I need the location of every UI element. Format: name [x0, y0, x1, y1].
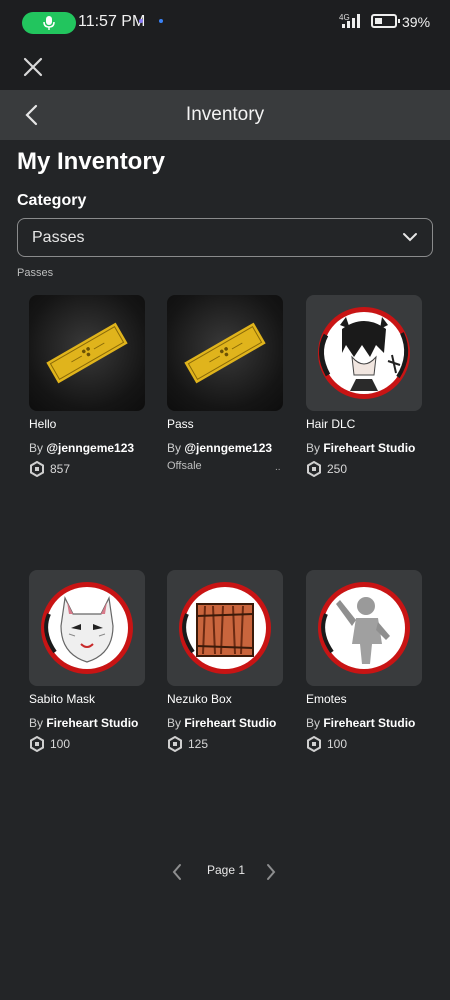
item-price: 857: [50, 462, 71, 476]
battery-level: [375, 18, 382, 24]
item-creator: By Fireheart Studio: [306, 716, 424, 730]
item-card-emotes[interactable]: Emotes By Fireheart Studio 100: [306, 570, 424, 752]
price-row: 125: [167, 736, 285, 752]
next-page-button[interactable]: [264, 862, 278, 882]
creator-link[interactable]: Fireheart Studio: [184, 716, 276, 730]
item-thumbnail[interactable]: [167, 295, 283, 411]
more-indicator: ..: [275, 462, 281, 473]
category-label: Category: [17, 192, 87, 209]
creator-prefix: By: [306, 716, 324, 730]
item-thumbnail[interactable]: [29, 295, 145, 411]
close-icon: [23, 57, 43, 77]
item-thumbnail[interactable]: [29, 570, 145, 686]
fox-mask-icon: [41, 582, 133, 674]
item-creator: By Fireheart Studio: [29, 716, 147, 730]
creator-prefix: By: [29, 716, 47, 730]
item-thumbnail[interactable]: [306, 570, 422, 686]
battery-percent: 39%: [402, 14, 431, 30]
item-card-sabito-mask[interactable]: Sabito Mask By Fireheart Studio 100: [29, 570, 147, 752]
offsale-label: Offsale: [167, 460, 202, 472]
navigation-header: Inventory: [0, 90, 450, 140]
item-creator: By @jenngeme123: [29, 441, 147, 455]
mic-icon: [43, 16, 55, 30]
previous-page-button[interactable]: [170, 862, 184, 882]
close-button[interactable]: [18, 52, 48, 82]
robux-icon: [30, 461, 44, 477]
section-label: Passes: [17, 267, 54, 279]
price-row: 100: [29, 736, 147, 752]
creator-prefix: By: [167, 716, 185, 730]
hair-character-icon: [318, 307, 410, 399]
battery-icon: [371, 14, 400, 28]
item-card-pass[interactable]: Pass By @jenngeme123 Offsale ..: [167, 295, 285, 473]
creator-prefix: By: [167, 441, 185, 455]
item-name[interactable]: Nezuko Box: [167, 692, 285, 706]
item-name[interactable]: Pass: [167, 417, 285, 431]
header-title: Inventory: [185, 104, 265, 125]
item-creator: By Fireheart Studio: [306, 441, 424, 455]
page-title: My Inventory: [17, 148, 166, 175]
offsale-status: Offsale ..: [167, 460, 285, 473]
item-name[interactable]: Emotes: [306, 692, 424, 706]
pagination: Page 1: [0, 860, 450, 884]
price-row: 100: [306, 736, 424, 752]
robux-icon: [307, 461, 321, 477]
item-card-hello[interactable]: Hello By @jenngeme123 857: [29, 295, 147, 477]
item-name[interactable]: Hair DLC: [306, 417, 424, 431]
creator-link[interactable]: Fireheart Studio: [46, 716, 138, 730]
item-thumbnail[interactable]: [167, 570, 283, 686]
notification-dot-icon: [159, 19, 163, 23]
pass-ticket-icon: [46, 322, 128, 384]
item-thumbnail[interactable]: [306, 295, 422, 411]
robux-icon: [30, 736, 44, 752]
top-bar: [0, 44, 450, 90]
wooden-box-icon: [179, 582, 271, 674]
category-dropdown[interactable]: Passes: [17, 218, 433, 257]
creator-link[interactable]: Fireheart Studio: [323, 716, 415, 730]
notification-dot-icon: [139, 19, 143, 23]
item-creator: By @jenngeme123: [167, 441, 285, 455]
chevron-down-icon: [403, 233, 417, 242]
page-indicator: Page 1: [207, 863, 246, 877]
creator-link[interactable]: @jenngeme123: [46, 441, 134, 455]
item-card-hair-dlc[interactable]: Hair DLC By Fireheart Studio 250: [306, 295, 424, 477]
item-creator: By Fireheart Studio: [167, 716, 285, 730]
category-selected-value: Passes: [32, 229, 85, 246]
item-price: 100: [327, 737, 348, 751]
creator-prefix: By: [29, 441, 47, 455]
item-name[interactable]: Hello: [29, 417, 147, 431]
creator-prefix: By: [306, 441, 324, 455]
price-row: 857: [29, 461, 147, 477]
item-price: 125: [188, 737, 209, 751]
clock: 11:57 PM: [78, 13, 146, 30]
price-row: 250: [306, 461, 424, 477]
item-card-nezuko-box[interactable]: Nezuko Box By Fireheart Studio 125: [167, 570, 285, 752]
pass-ticket-icon: [184, 322, 266, 384]
item-price: 250: [327, 462, 348, 476]
creator-link[interactable]: @jenngeme123: [184, 441, 272, 455]
emote-figure-icon: [318, 582, 410, 674]
robux-icon: [168, 736, 182, 752]
item-name[interactable]: Sabito Mask: [29, 692, 147, 706]
item-price: 100: [50, 737, 71, 751]
creator-link[interactable]: Fireheart Studio: [323, 441, 415, 455]
status-bar: 11:57 PM 4G 39%: [0, 0, 450, 44]
robux-icon: [307, 736, 321, 752]
signal-icon: [342, 14, 360, 28]
mic-indicator: [22, 12, 76, 34]
